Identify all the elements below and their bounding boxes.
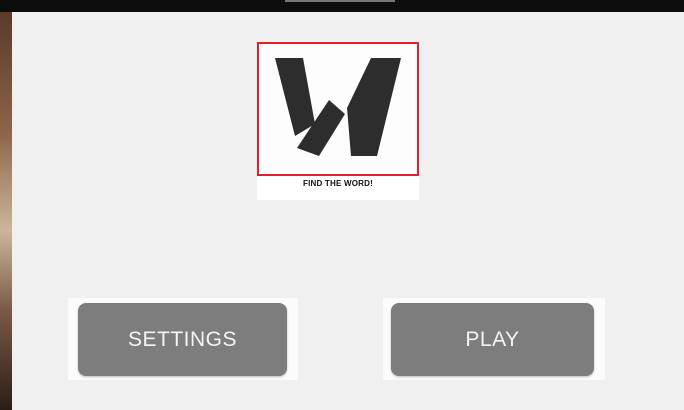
logo-frame (257, 42, 419, 176)
app-logo: FIND THE WORD! (257, 42, 419, 200)
play-button[interactable]: PLAY (391, 303, 594, 376)
status-bar (0, 0, 684, 12)
logo-tagline: FIND THE WORD! (303, 179, 373, 188)
background-edge (0, 12, 12, 410)
play-button-container: PLAY (383, 298, 605, 380)
settings-button[interactable]: SETTINGS (78, 303, 287, 376)
status-bar-indicator (285, 0, 395, 2)
settings-button-container: SETTINGS (68, 298, 298, 380)
w-logo-icon (275, 58, 401, 156)
